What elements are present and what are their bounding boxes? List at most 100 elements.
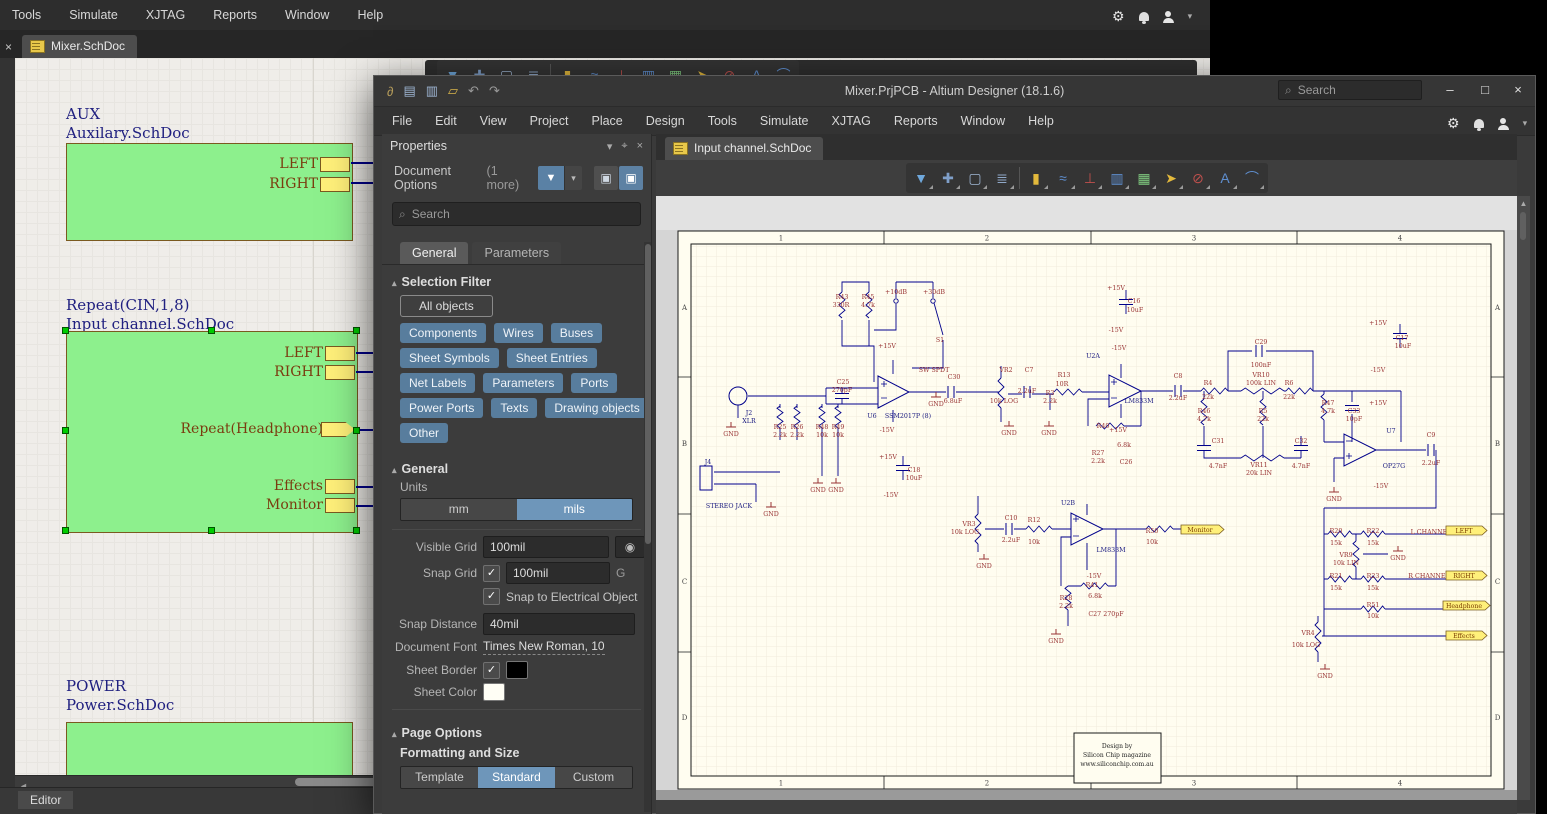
schematic-label[interactable]: GND	[928, 401, 944, 408]
open-folder-icon[interactable]: ▱	[448, 83, 458, 99]
gear-icon[interactable]: ⚙	[1447, 115, 1460, 132]
schematic-label[interactable]: S1	[936, 337, 944, 344]
filter-icon[interactable]: ▼	[908, 165, 935, 191]
gear-icon[interactable]: ⚙	[1112, 8, 1125, 25]
schematic-label[interactable]: -15V	[1087, 573, 1102, 580]
vertical-scrollbar[interactable]: ▲	[1517, 196, 1530, 800]
chevron-down-icon[interactable]: ▾	[1523, 118, 1528, 129]
schematic-label[interactable]: R21	[1330, 573, 1343, 580]
schematic-label[interactable]: 4.7nF	[1292, 463, 1311, 470]
schematic-label[interactable]: -15V	[1374, 483, 1389, 490]
schematic-label[interactable]: C32	[1295, 438, 1308, 445]
schematic-label[interactable]: U6	[867, 413, 876, 420]
snap-grid-checkbox[interactable]: ✓	[483, 565, 500, 582]
schematic-label[interactable]: R51	[1367, 602, 1380, 609]
schematic-label[interactable]: XLR	[742, 418, 756, 425]
place-power-port-icon[interactable]: ⊥	[1077, 165, 1104, 191]
schematic-label[interactable]: R CHANNEL	[1408, 573, 1450, 580]
schematic-label[interactable]: GND	[828, 487, 844, 494]
schematic-label[interactable]: R22	[1367, 528, 1380, 535]
schematic-label[interactable]: 4.7k	[861, 302, 875, 309]
schematic-label[interactable]: 10k LIN	[1333, 560, 1359, 567]
schematic-label[interactable]: +10dB	[885, 289, 907, 296]
schematic-label[interactable]: SSM2017P (8)	[885, 413, 931, 420]
menu-reports[interactable]: Reports	[892, 114, 940, 128]
schematic-label[interactable]: 22k	[1202, 394, 1214, 401]
schematic-label[interactable]: C9	[1427, 432, 1436, 439]
sheet-border-color-swatch[interactable]	[506, 661, 528, 679]
sheet-entry-repeat-headphone[interactable]: Repeat(Headphone)	[67, 422, 357, 438]
schematic-label[interactable]: 2.2k	[1043, 398, 1057, 405]
menu-project[interactable]: Project	[528, 114, 571, 128]
schematic-label[interactable]: C33	[1348, 408, 1361, 415]
schematic-label[interactable]: R45	[862, 294, 875, 301]
units-mm-button[interactable]: mm	[401, 499, 517, 520]
filter-sheet-entries-button[interactable]: Sheet Entries	[507, 348, 597, 368]
schematic-label[interactable]: R28	[1060, 595, 1073, 602]
schematic-label[interactable]: 10k	[1367, 613, 1379, 620]
place-port-icon[interactable]: ➤	[1158, 165, 1185, 191]
schematic-label[interactable]: 4.7k	[1197, 416, 1211, 423]
schematic-label[interactable]: R50	[1146, 528, 1159, 535]
panel-close-icon[interactable]: ×	[637, 140, 643, 152]
minimize-button[interactable]: –	[1440, 82, 1460, 97]
panel-dropdown-icon[interactable]: ▾	[607, 140, 613, 153]
sheet-entry-left[interactable]: LEFT	[67, 346, 357, 361]
sheet-entry-right[interactable]: RIGHT	[67, 365, 357, 380]
schematic-label[interactable]: 10k	[816, 432, 828, 439]
panel-pin-icon[interactable]: ⌖	[621, 140, 627, 153]
filter-wires-button[interactable]: Wires	[494, 323, 543, 343]
menu-window[interactable]: Window	[959, 114, 1007, 128]
filter-components-button[interactable]: Components	[400, 323, 486, 343]
save-all-icon[interactable]: ▥	[426, 83, 438, 99]
select-touching-icon[interactable]: ▣	[619, 166, 643, 190]
fg-titlebar[interactable]: ∂▤▥▱↶↷ Mixer.PrjPCB - Altium Designer (1…	[374, 76, 1535, 107]
schematic-label[interactable]: R5	[1259, 408, 1268, 415]
schematic-label[interactable]: -15V	[884, 492, 899, 499]
filter-texts-button[interactable]: Texts	[491, 398, 537, 418]
schematic-label[interactable]: J2	[745, 410, 753, 417]
schematic-label[interactable]: 15k	[1330, 540, 1342, 547]
close-tab-icon[interactable]: ×	[5, 40, 12, 54]
place-component-icon[interactable]: ▮	[1023, 165, 1050, 191]
scrollbar-thumb[interactable]	[645, 244, 651, 544]
schematic-label[interactable]: 15k	[1367, 585, 1379, 592]
place-bus-icon[interactable]: ▥	[1104, 165, 1131, 191]
schematic-label[interactable]: GND	[1048, 638, 1064, 645]
schematic-label[interactable]: GND	[976, 563, 992, 570]
schematic-label[interactable]: C7	[1025, 367, 1034, 374]
sheet-designator[interactable]: Repeat(CIN,1,8)	[66, 296, 234, 315]
sheet-border-checkbox[interactable]: ✓	[483, 662, 500, 679]
menu-tools[interactable]: Tools	[10, 8, 43, 22]
page-options-heading[interactable]: ▴Page Options	[382, 716, 651, 744]
schematic-label[interactable]: -15V	[1371, 367, 1386, 374]
schematic-label[interactable]: R20	[1330, 528, 1343, 535]
schematic-label[interactable]: VR11	[1249, 462, 1267, 469]
filter-net-labels-button[interactable]: Net Labels	[400, 373, 475, 393]
schematic-label[interactable]: GND	[1317, 673, 1333, 680]
menu-help[interactable]: Help	[355, 8, 385, 22]
schematic-label[interactable]: R25	[774, 424, 787, 431]
schematic-label[interactable]: 2.2uF	[1018, 388, 1037, 395]
mode-standard-button[interactable]: Standard	[478, 767, 555, 788]
schematic-label[interactable]: OP27G	[1383, 463, 1405, 470]
schematic-label[interactable]: 10k	[1028, 539, 1040, 546]
schematic-viewport[interactable]: R43330RR454.7k+10dB+30dBS1SW SPDT+15V-15…	[656, 196, 1517, 800]
more-label[interactable]: (1 more)	[487, 164, 526, 192]
sheet-entry-right[interactable]: RIGHT	[67, 177, 352, 192]
schematic-label[interactable]: 10pF	[1346, 416, 1363, 423]
schematic-label[interactable]: 2.2k	[1059, 603, 1073, 610]
filter-icon[interactable]: ▼	[538, 166, 564, 190]
schematic-label[interactable]: R46	[1198, 408, 1211, 415]
schematic-label[interactable]: C10	[1005, 515, 1018, 522]
schematic-label[interactable]: GND	[723, 431, 739, 438]
sheet-symbol-aux[interactable]: LEFT RIGHT	[66, 143, 353, 241]
sheet-entry-effects[interactable]: Effects	[67, 479, 357, 494]
schematic-label[interactable]: 10k	[1146, 539, 1158, 546]
schematic-label[interactable]: LM833M	[1096, 547, 1126, 554]
schematic-label[interactable]: C17	[1396, 335, 1409, 342]
schematic-label[interactable]: 22k	[1283, 394, 1295, 401]
schematic-label[interactable]: 6.8k	[1088, 593, 1102, 600]
schematic-label[interactable]: 100k LIN	[1246, 380, 1277, 387]
schematic-label[interactable]: 6.8k	[1117, 442, 1131, 449]
